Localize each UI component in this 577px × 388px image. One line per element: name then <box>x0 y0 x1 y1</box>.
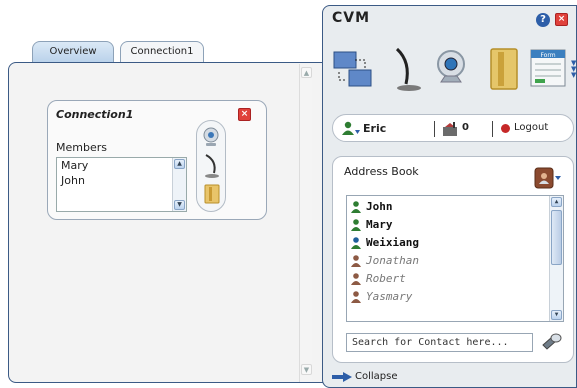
collapse-label: Collapse <box>355 371 398 382</box>
contact-search-input[interactable]: Search for Contact here... <box>346 333 533 352</box>
scroll-up-icon[interactable]: ▲ <box>174 159 185 169</box>
connection-tool-icons <box>203 127 220 204</box>
contact-name: Weixiang <box>366 236 419 249</box>
contact-name: Robert <box>366 272 406 285</box>
contact-name: Yasmary <box>366 290 413 303</box>
screen-share-icon[interactable] <box>331 46 377 94</box>
folder-icon[interactable] <box>204 184 220 204</box>
contact-name: John <box>366 200 393 213</box>
contact-item[interactable]: Jonathan <box>349 252 547 270</box>
user-online-icon <box>351 201 361 213</box>
arrow-right-icon <box>332 372 352 382</box>
tab-overview[interactable]: Overview <box>32 41 114 63</box>
user-avatar-icon[interactable] <box>341 121 361 137</box>
scroll-up-icon[interactable]: ▲ <box>301 67 312 78</box>
form-icon-text: Form <box>540 52 555 59</box>
contact-name: Jonathan <box>366 254 419 267</box>
scroll-down-icon[interactable]: ▼ <box>174 200 185 210</box>
address-book-icon[interactable] <box>533 165 563 191</box>
webcam-icon[interactable] <box>429 46 475 94</box>
connection-card[interactable]: Connection1 × Members Mary John ▲ ▼ <box>47 100 267 220</box>
contact-list-scrollbar[interactable]: ▲ ▼ <box>549 196 563 321</box>
tab-connection1[interactable]: Connection1 <box>120 41 204 63</box>
divider <box>492 121 493 137</box>
user-online-icon <box>351 219 361 231</box>
close-icon[interactable]: × <box>238 108 251 121</box>
user-status-bar: Eric 0 Logout <box>332 114 574 142</box>
tab-overview-label: Overview <box>49 46 97 57</box>
help-icon[interactable]: ? <box>536 13 550 27</box>
user-online-icon <box>351 237 361 249</box>
user-offline-icon <box>351 273 361 285</box>
contact-item[interactable]: Weixiang <box>349 234 547 252</box>
folder-icon[interactable] <box>481 46 527 94</box>
cvm-title: CVM <box>332 10 371 26</box>
webcam-icon[interactable] <box>203 127 219 146</box>
toolbar-more-icon[interactable]: ▼ ▼ ▼ <box>571 60 577 79</box>
tab-connection1-label: Connection1 <box>130 46 194 57</box>
messages-icon[interactable] <box>442 121 460 137</box>
toolbar: Form ▼ ▼ ▼ <box>331 46 576 96</box>
connection-title: Connection1 <box>56 108 134 121</box>
contact-item[interactable]: Yasmary <box>349 288 547 306</box>
connection-tools <box>196 120 226 212</box>
scroll-thumb[interactable] <box>551 210 562 265</box>
members-list[interactable]: Mary John ▲ ▼ <box>56 157 187 212</box>
scroll-down-icon[interactable]: ▼ <box>551 310 562 320</box>
logout-icon[interactable] <box>501 124 510 133</box>
divider <box>434 121 435 137</box>
address-book-panel: Address Book John Mary Weixiang Jonathan… <box>332 156 574 363</box>
user-offline-icon <box>351 255 361 267</box>
microphone-icon[interactable] <box>205 154 219 178</box>
contact-item[interactable]: Mary <box>349 216 547 234</box>
message-count: 0 <box>462 122 469 133</box>
user-offline-icon <box>351 291 361 303</box>
search-icon[interactable] <box>539 331 563 353</box>
microphone-icon[interactable] <box>381 46 427 94</box>
members-scrollbar[interactable]: ▲ ▼ <box>172 158 186 211</box>
list-item[interactable]: John <box>57 173 186 188</box>
scroll-up-icon[interactable]: ▲ <box>551 197 562 207</box>
list-item[interactable]: Mary <box>57 158 186 173</box>
contact-item[interactable]: John <box>349 198 547 216</box>
close-icon[interactable]: × <box>555 13 568 26</box>
form-icon[interactable]: Form <box>527 46 573 94</box>
contact-item[interactable]: Robert <box>349 270 547 288</box>
address-book-title: Address Book <box>344 165 419 178</box>
workspace-scrollbar[interactable]: ▲ ▼ <box>299 64 312 382</box>
members-label: Members <box>56 141 107 154</box>
cvm-panel: CVM ? × Form ▼ ▼ ▼ Eric 0 Logout Address… <box>322 5 577 388</box>
scroll-down-icon[interactable]: ▼ <box>301 364 312 375</box>
username[interactable]: Eric <box>363 122 386 135</box>
logout-button[interactable]: Logout <box>514 122 548 133</box>
contact-name: Mary <box>366 218 393 231</box>
contact-list[interactable]: John Mary Weixiang Jonathan Robert Yasma… <box>346 195 564 322</box>
